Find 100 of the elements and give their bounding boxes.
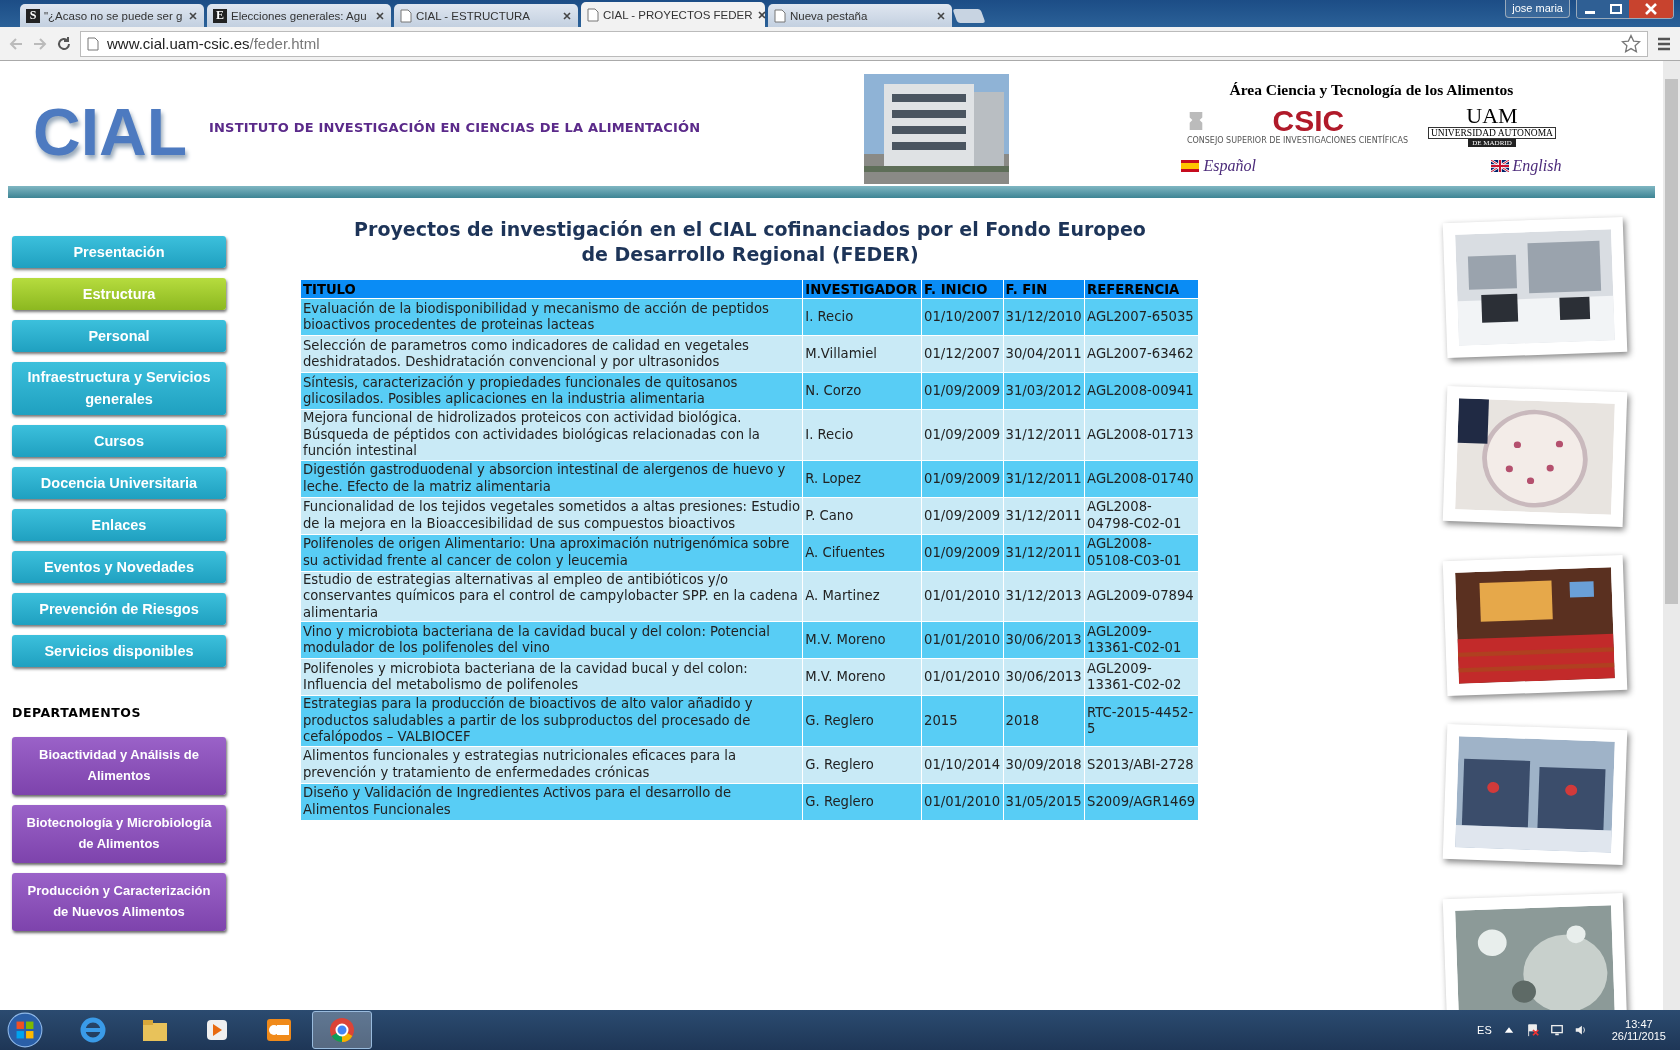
table-cell: N. Corzo [803,373,922,410]
clock[interactable]: 13:47 26/11/2015 [1611,1018,1666,1042]
volume-icon[interactable] [1573,1023,1588,1037]
table-cell: M.Villamiel [803,336,922,373]
table-cell: 31/03/2012 [1003,373,1085,410]
page-icon [587,7,599,22]
language-indicator[interactable]: ES [1477,1024,1492,1036]
menu-icon[interactable] [1656,35,1672,52]
area-heading: Área Ciencia y Tecnología de los Alimentos [1229,80,1514,99]
address-bar[interactable]: www.cial.uam-csic.es/feder.html [80,30,1648,57]
table-cell: Selección de parametros como indicadores de calidad en vegetales deshidratados. Deshidratación convencional y por ultrasonidos [301,336,803,373]
tab-title: Elecciones generales: Agu [231,9,368,22]
table-cell: 30/04/2011 [1003,336,1085,373]
table-cell: S2009/AGR1469 [1085,783,1198,820]
table-cell: AGL2009-07894 [1085,571,1198,622]
minimize-icon[interactable] [1577,0,1603,18]
table-cell: A. Martinez [803,571,922,622]
browser-tab[interactable]: Nueva pestaña [768,4,952,27]
table-cell: 01/09/2009 [922,410,1003,460]
table-cell: 01/01/2010 [922,783,1003,820]
csic-logo[interactable]: CSIC CONSEJO SUPERIOR DE INVESTIGACIONES CIENTÍFICAS [1186,106,1408,145]
column-header: REFERENCIA [1085,280,1198,299]
browser-e-icon [78,1015,108,1045]
table-cell: AGL2008-04798-C02-01 [1085,497,1198,534]
browser-tab[interactable]: E Elecciones generales: Agu [207,4,391,27]
page-icon [774,8,786,23]
table-cell: I. Recio [803,299,922,336]
page-title: Proyectos de investigación en el CIAL cofinanciados por el Fondo Europeo de Desarrollo Regional (FEDER) [353,217,1147,267]
table-cell: P. Cano [803,497,922,534]
page-icon [87,36,99,51]
table-cell: Diseño y Validación de Ingredientes Activos para el desarrollo de Alimentos Funcionales [301,783,803,820]
site-icon: E [213,8,227,23]
close-icon[interactable] [188,10,198,21]
table-cell: G. Reglero [803,696,922,746]
browser-tab[interactable]: S "¿Acaso no se puede ser g [20,4,204,27]
start-button[interactable] [6,1011,44,1049]
table-cell: 2015 [922,696,1003,746]
table-cell: 01/09/2009 [922,373,1003,410]
tab-title: CIAL - PROYECTOS FEDER [603,8,753,21]
close-icon[interactable] [936,10,946,21]
table-cell: 2018 [1003,696,1085,746]
language-link[interactable]: Español [1181,156,1256,175]
departments-heading: DEPARTAMENTOS [12,704,142,720]
table-cell: 01/10/2014 [922,746,1003,783]
page-icon [400,8,412,23]
browser-tab[interactable]: CIAL - PROYECTOS FEDER [581,2,765,27]
table-cell: AGL2008-01713 [1085,410,1198,460]
department-button[interactable]: Bioactividad y Análisis de Alimentos [12,736,226,795]
tab-title: CIAL - ESTRUCTURA [416,9,531,22]
site-icon: S [26,8,40,23]
reload-icon[interactable] [56,35,72,52]
table-cell: Digestión gastroduodenal y absorcion intestinal de alergenos de huevo y leche. Efecto de la matriz alimentaria [301,460,803,497]
table-cell: AGL2008-05108-C03-01 [1085,534,1198,571]
flag-icon [1181,159,1200,172]
table-cell: AGL2009-13361-C02-01 [1085,622,1198,659]
table-cell: S2013/ABI-2728 [1085,746,1198,783]
column-header: F. INICIO [922,280,1003,299]
table-cell: Polifenoles de origen Alimentario: Una aproximación nutrigenómica sobre su actividad frente al cancer de colon y leucemia [301,534,803,571]
table-cell: 30/06/2013 [1003,622,1085,659]
column-header: INVESTIGADOR [803,280,922,299]
table-cell: 30/06/2013 [1003,659,1085,696]
table-cell: Vino y microbiota bacteriana de la cavidad bucal y del colon: Potencial modulador de los polifenoles del vino [301,622,803,659]
table-cell: G. Reglero [803,783,922,820]
tab-title: "¿Acaso no se puede ser g [44,9,184,22]
browser-tab[interactable]: CIAL - ESTRUCTURA [394,4,578,27]
table-cell: G. Reglero [803,746,922,783]
column-header: TITULO [301,280,803,299]
language-link[interactable]: English [1490,156,1562,175]
department-button[interactable]: Producción y Caracterización de Nuevos Alimentos [12,872,226,931]
table-cell: Estudio de estrategias alternativas al empleo de antibióticos y/o conservantes químicos para el control de campylobacter SPP. en la cadena alimentaria [301,571,803,622]
table-cell: AGL2008-00941 [1085,373,1198,410]
table-cell: Evaluación de la biodisponibilidad y mecanismo de acción de peptidos bioactivos procedentes de proteinas lacteas [301,299,803,336]
table-cell: 01/12/2007 [922,336,1003,373]
flag-icon[interactable] [1525,1023,1540,1037]
close-icon[interactable] [375,10,385,21]
user-badge[interactable]: jose maria [1505,0,1570,18]
close-icon[interactable] [1629,0,1673,18]
close-icon[interactable] [562,10,572,21]
scrollbar[interactable] [1663,61,1680,1010]
url-text: www.cial.uam-csic.es/feder.html [107,35,321,52]
table-cell: AGL2008-01740 [1085,460,1198,497]
close-icon[interactable] [756,9,767,20]
table-cell: AGL2007-65035 [1085,299,1198,336]
cial-logo[interactable]: CIAL [33,93,187,170]
maximize-icon[interactable] [1603,0,1629,18]
table-cell: 01/09/2009 [922,497,1003,534]
table-cell: 01/10/2007 [922,299,1003,336]
institute-name: INSTITUTO DE INVESTIGACIÓN EN CIENCIAS DE LA ALIMENTACIÓN [209,120,701,135]
star-icon[interactable] [1621,33,1641,54]
table-cell: Funcionalidad de los tejidos vegetales sometidos a altas presiones: Estudio de la mejora en la Bioaccesibilidad de sus compuestos bioactivos [301,497,803,534]
table-cell: 01/01/2010 [922,571,1003,622]
column-header: F. FIN [1003,280,1085,299]
department-button[interactable]: Biotecnología y Microbiología de Alimentos [12,804,226,863]
table-cell: 31/12/2010 [1003,299,1085,336]
network-icon[interactable] [1549,1023,1564,1037]
new-tab-button[interactable] [952,9,986,23]
flag-icon [1490,159,1509,172]
table-cell: RTC-2015-4452-5 [1085,696,1198,746]
table-cell: Estrategias para la producción de bioactivos de alto valor añadido y productos saludables a partir de los subproductos del procesado de cefalópodos – VALBIOCEF [301,696,803,746]
table-cell: 31/05/2015 [1003,783,1085,820]
